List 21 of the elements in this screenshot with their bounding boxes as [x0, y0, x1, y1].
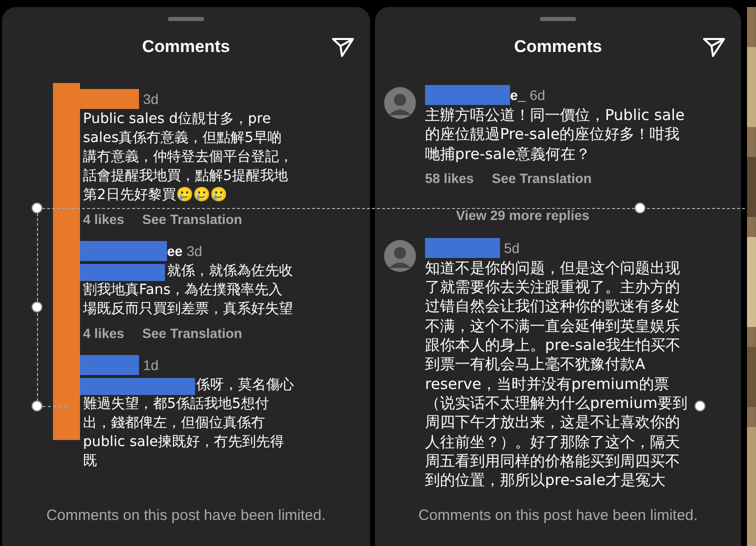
panel-title: Comments — [142, 37, 230, 57]
comment-time: 3d — [143, 91, 159, 107]
likes-count[interactable]: 4 likes — [83, 326, 124, 341]
view-replies-link[interactable]: View 29 more replies — [456, 208, 742, 223]
comment-text: 係呀，莫名傷心難過失望，都5係話我地5想付出，錢都俾左，但個位真係冇public sale揀既好，冇先到先得既 — [83, 376, 294, 471]
username[interactable]: ee — [167, 243, 183, 259]
see-translation-link[interactable]: See Translation — [142, 212, 242, 227]
see-translation-link[interactable]: See Translation — [492, 170, 592, 186]
comment-time: 3d — [186, 243, 202, 259]
likes-count[interactable]: 58 likes — [425, 170, 474, 186]
comment-text: Public sales d位靚甘多，pre sales真係冇意義，但點解5早啲講冇意義，仲特登去個平台登記，話會提醒我地買，點解5提醒我地第2日先好黎買🥲🥲🥲 — [83, 110, 294, 205]
panel-title: Comments — [514, 37, 602, 57]
comment-time: 6d — [530, 87, 546, 103]
comment-text: 就係，就係為佐先收割我地真Fans，為佐撲飛率先入場既反而只買到差票，真系好失望 — [83, 262, 294, 319]
comment-time: 1d — [143, 357, 159, 373]
comment-text: 知道不是你的问题，但是这个问题出现了就需要你去关注跟重视了。主办方的过错自然会让我们这种你的歌迷有多处不满，这个不满一直会延伸到英皇娱乐跟你本人的身上。pre-sale我生怕买不到票一有机会马上毫不犹豫付款A reserve，当时并没有premium的票（说实话不太理解为什么premium要到周四下午才放出来，这是不让喜欢你的人往前坐？）。好了那除了这个，隔天周五看到用同样的价格能买到周四买不到的位置，那所以pre-sale才是冤大 — [425, 258, 689, 489]
likes-count[interactable]: 4 likes — [83, 212, 124, 227]
username[interactable]: e_ — [510, 87, 526, 103]
comment-time: 5d — [504, 240, 520, 256]
see-translation-link[interactable]: See Translation — [142, 326, 242, 341]
comment-text: 主辦方唔公道！同一價位，Public sale的座位靚過Pre-sale的座位好多！咁我哋捕pre-sale意義何在？ — [425, 106, 686, 164]
